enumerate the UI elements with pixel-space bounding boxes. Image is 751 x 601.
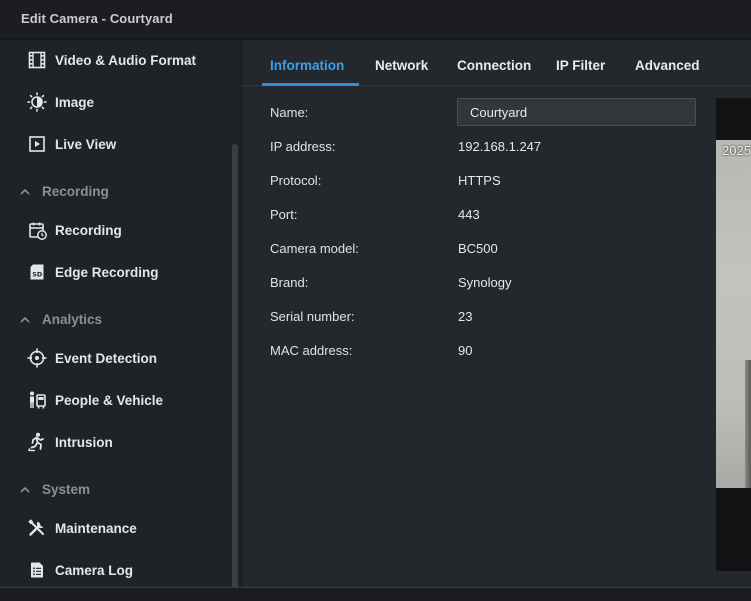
section-header-analytics[interactable]: Analytics <box>0 304 228 336</box>
main-panel: Information Network Connection IP Filter… <box>242 40 751 587</box>
chevron-up-icon <box>20 486 30 493</box>
sidebar-item-recording[interactable]: Recording <box>0 209 228 251</box>
active-tab-indicator <box>262 83 359 86</box>
sidebar-item-label: Camera Log <box>55 562 134 578</box>
ip-address-value: 192.168.1.247 <box>458 139 542 154</box>
sidebar-item-image[interactable]: Image <box>0 81 228 123</box>
sidebar-item-camera-log[interactable]: Camera Log <box>0 549 228 587</box>
sidebar-item-people-vehicle[interactable]: People & Vehicle <box>0 379 228 421</box>
mac-address-label: MAC address: <box>270 343 353 358</box>
running-person-icon <box>27 432 47 452</box>
sidebar-item-edge-recording[interactable]: SD Edge Recording <box>0 251 228 293</box>
camera-preview: 2025 <box>716 98 751 571</box>
name-label: Name: <box>270 105 309 120</box>
document-list-icon <box>27 560 47 580</box>
sidebar-item-label: Live View <box>55 136 117 152</box>
title-bar: Edit Camera - Courtyard <box>0 0 751 40</box>
calendar-clock-icon <box>27 220 47 240</box>
mac-address-value: 90 <box>458 343 473 358</box>
port-label: Port: <box>270 207 298 222</box>
tab-ip-filter[interactable]: IP Filter <box>556 58 605 73</box>
name-input[interactable] <box>457 98 696 126</box>
sidebar-item-maintenance[interactable]: Maintenance <box>0 507 228 549</box>
sidebar-item-video-audio-format[interactable]: Video & Audio Format <box>0 40 228 81</box>
film-icon <box>27 50 47 70</box>
sidebar-item-intrusion[interactable]: Intrusion <box>0 421 228 463</box>
sidebar-item-label: Image <box>55 94 95 110</box>
section-header-recording[interactable]: Recording <box>0 176 228 208</box>
section-label: System <box>42 482 91 497</box>
section-label: Recording <box>42 184 109 199</box>
serial-number-label: Serial number: <box>270 309 355 324</box>
sidebar-item-label: Edge Recording <box>55 264 159 280</box>
tools-icon <box>27 518 47 538</box>
sidebar-item-label: Video & Audio Format <box>55 52 197 68</box>
crosshair-icon <box>27 348 47 368</box>
section-header-system[interactable]: System <box>0 474 228 506</box>
port-value: 443 <box>458 207 480 222</box>
sd-card-icon: SD <box>27 262 47 282</box>
preview-shadow <box>745 360 751 488</box>
sidebar-item-label: Event Detection <box>55 350 158 366</box>
ip-address-label: IP address: <box>270 139 336 154</box>
tab-network[interactable]: Network <box>375 58 428 73</box>
camera-model-label: Camera model: <box>270 241 359 256</box>
sidebar-item-label: Maintenance <box>55 520 137 536</box>
play-square-icon <box>27 134 47 154</box>
brand-label: Brand: <box>270 275 309 290</box>
chevron-up-icon <box>20 316 30 323</box>
camera-preview-image <box>716 140 751 488</box>
sidebar: Video & Audio Format Image Live View Rec… <box>0 40 242 587</box>
edit-camera-window: Edit Camera - Courtyard Video & Audio Fo… <box>0 0 751 601</box>
window-title: Edit Camera - Courtyard <box>21 11 173 26</box>
sidebar-item-label: Recording <box>55 222 122 238</box>
person-vehicle-icon <box>27 390 47 410</box>
tab-advanced[interactable]: Advanced <box>635 58 700 73</box>
tab-information[interactable]: Information <box>270 58 344 73</box>
sidebar-item-label: People & Vehicle <box>55 392 164 408</box>
protocol-value: HTTPS <box>458 173 501 188</box>
camera-model-value: BC500 <box>458 241 498 256</box>
sidebar-scrollbar[interactable] <box>232 144 238 587</box>
sidebar-item-label: Intrusion <box>55 434 113 450</box>
brand-value: Synology <box>458 275 512 290</box>
bottom-bar <box>0 587 751 601</box>
serial-number-value: 23 <box>458 309 473 324</box>
brightness-icon <box>27 92 47 112</box>
protocol-label: Protocol: <box>270 173 322 188</box>
preview-timestamp: 2025 <box>722 143 751 158</box>
section-label: Analytics <box>42 312 103 327</box>
tab-connection[interactable]: Connection <box>457 58 531 73</box>
tab-bar: Information Network Connection IP Filter… <box>242 40 751 86</box>
chevron-up-icon <box>20 188 30 195</box>
svg-text:SD: SD <box>32 271 43 279</box>
sidebar-item-live-view[interactable]: Live View <box>0 123 228 165</box>
sidebar-item-event-detection[interactable]: Event Detection <box>0 337 228 379</box>
